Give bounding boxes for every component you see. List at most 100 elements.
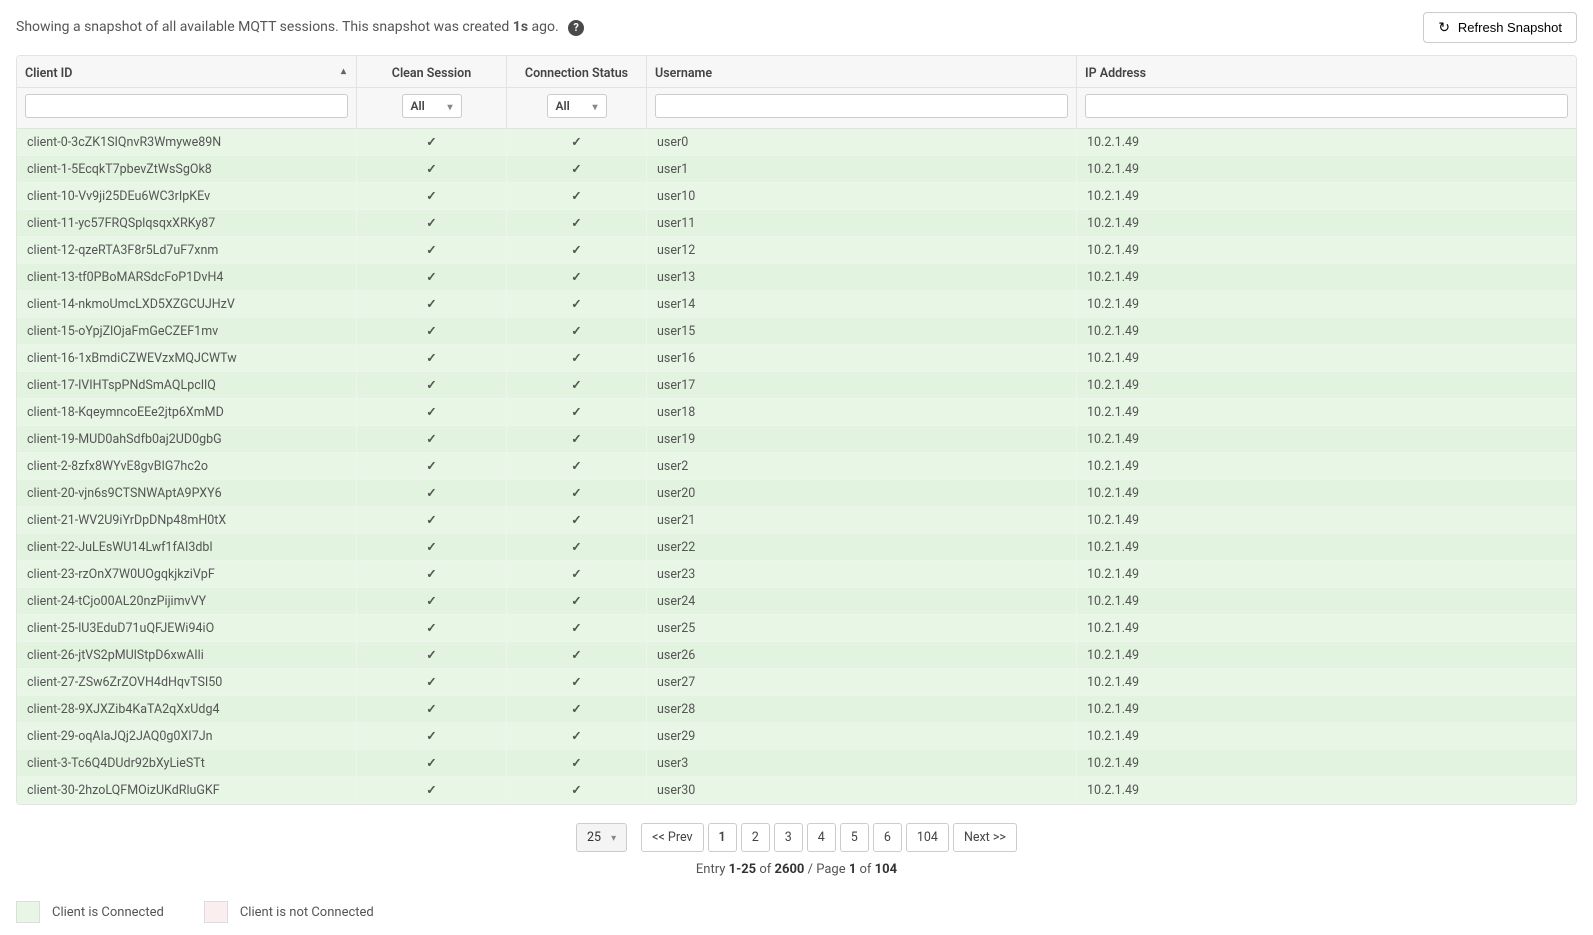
check-icon: [426, 756, 436, 771]
cell-clean-session: [357, 507, 507, 534]
cell-clean-session: [357, 426, 507, 453]
col-header-client-id[interactable]: Client ID: [17, 56, 357, 88]
cell-clean-session: [357, 723, 507, 750]
cell-username: user27: [647, 669, 1077, 696]
check-icon: [571, 594, 581, 609]
table-row[interactable]: client-23-rzOnX7W0UOgqkjkziVpFuser2310.2…: [17, 561, 1576, 588]
pager-page-104[interactable]: 104: [906, 823, 949, 852]
cell-clean-session: [357, 696, 507, 723]
pager-next[interactable]: Next >>: [953, 823, 1017, 852]
cell-clean-session: [357, 345, 507, 372]
table-row[interactable]: client-20-vjn6s9CTSNWAptA9PXY6user2010.2…: [17, 480, 1576, 507]
cell-ip: 10.2.1.49: [1077, 453, 1576, 480]
cell-ip: 10.2.1.49: [1077, 669, 1576, 696]
table-row[interactable]: client-19-MUD0ahSdfb0aj2UD0gbGuser1910.2…: [17, 426, 1576, 453]
col-header-ip[interactable]: IP Address: [1077, 56, 1576, 88]
cell-username: user24: [647, 588, 1077, 615]
table-row[interactable]: client-10-Vv9ji25DEu6WC3rIpKEvuser1010.2…: [17, 183, 1576, 210]
help-icon[interactable]: ?: [568, 20, 584, 36]
cell-username: user1: [647, 156, 1077, 183]
check-icon: [426, 513, 436, 528]
pager-prev[interactable]: << Prev: [641, 823, 703, 852]
table-row[interactable]: client-14-nkmoUmcLXD5XZGCUJHzVuser1410.2…: [17, 291, 1576, 318]
table-row[interactable]: client-16-1xBmdiCZWEVzxMQJCWTwuser1610.2…: [17, 345, 1576, 372]
cell-client-id: client-1-5EcqkT7pbevZtWsSgOk8: [17, 156, 357, 183]
filter-ip[interactable]: [1085, 94, 1568, 118]
cell-clean-session: [357, 210, 507, 237]
refresh-icon: [1438, 19, 1450, 36]
check-icon: [426, 648, 436, 663]
table-row[interactable]: client-22-JuLEsWU14Lwf1fAI3dbluser2210.2…: [17, 534, 1576, 561]
table-row[interactable]: client-21-WV2U9iYrDpDNp48mH0tXuser2110.2…: [17, 507, 1576, 534]
cell-clean-session: [357, 615, 507, 642]
cell-connection-status: [507, 318, 647, 345]
table-row[interactable]: client-29-oqAlaJQj2JAQ0g0XI7Jnuser2910.2…: [17, 723, 1576, 750]
check-icon: [571, 648, 581, 663]
col-header-connection-status[interactable]: Connection Status: [507, 56, 647, 88]
legend-connected-label: Client is Connected: [52, 905, 164, 920]
check-icon: [571, 675, 581, 690]
filter-connection-status[interactable]: All: [547, 94, 607, 118]
table-row[interactable]: client-12-qzeRTA3F8r5Ld7uF7xnmuser1210.2…: [17, 237, 1576, 264]
filter-client-id[interactable]: [25, 94, 348, 118]
pager-page-6[interactable]: 6: [873, 823, 902, 852]
table-row[interactable]: client-30-2hzoLQFMOizUKdRluGKFuser3010.2…: [17, 777, 1576, 804]
filter-clean-session[interactable]: All: [402, 94, 462, 118]
check-icon: [571, 135, 581, 150]
check-icon: [426, 351, 436, 366]
page-size-select[interactable]: 25: [576, 823, 627, 852]
cell-ip: 10.2.1.49: [1077, 480, 1576, 507]
col-header-username[interactable]: Username: [647, 56, 1077, 88]
pager-page-5[interactable]: 5: [840, 823, 869, 852]
table-row[interactable]: client-3-Tc6Q4DUdr92bXyLieSTtuser310.2.1…: [17, 750, 1576, 777]
table-row[interactable]: client-27-ZSw6ZrZOVH4dHqvTSI50user2710.2…: [17, 669, 1576, 696]
cell-connection-status: [507, 534, 647, 561]
cell-clean-session: [357, 777, 507, 804]
cell-username: user26: [647, 642, 1077, 669]
table-row[interactable]: client-28-9XJXZib4KaTA2qXxUdg4user2810.2…: [17, 696, 1576, 723]
snapshot-age: 1s: [513, 19, 528, 35]
check-icon: [571, 351, 581, 366]
table-row[interactable]: client-2-8zfx8WYvE8gvBIG7hc2ouser210.2.1…: [17, 453, 1576, 480]
snapshot-info: Showing a snapshot of all available MQTT…: [16, 19, 584, 36]
cell-clean-session: [357, 291, 507, 318]
cell-username: user12: [647, 237, 1077, 264]
cell-connection-status: [507, 210, 647, 237]
cell-connection-status: [507, 237, 647, 264]
cell-username: user20: [647, 480, 1077, 507]
table-row[interactable]: client-15-oYpjZlOjaFmGeCZEF1mvuser1510.2…: [17, 318, 1576, 345]
table-row[interactable]: client-26-jtVS2pMUlStpD6xwAIliuser2610.2…: [17, 642, 1576, 669]
pagination-summary: Entry 1-25 of 2600 / Page 1 of 104: [16, 862, 1577, 877]
cell-ip: 10.2.1.49: [1077, 183, 1576, 210]
cell-clean-session: [357, 318, 507, 345]
table-row[interactable]: client-13-tf0PBoMARSdcFoP1DvH4user1310.2…: [17, 264, 1576, 291]
legend-swatch-disconnected: [204, 901, 228, 923]
snapshot-prefix: Showing a snapshot of all available MQTT…: [16, 19, 513, 35]
cell-clean-session: [357, 642, 507, 669]
table-row[interactable]: client-24-tCjo00AL20nzPijimvVYuser2410.2…: [17, 588, 1576, 615]
pager-page-3[interactable]: 3: [774, 823, 803, 852]
cell-username: user15: [647, 318, 1077, 345]
check-icon: [571, 378, 581, 393]
chevron-down-icon: [611, 830, 616, 845]
refresh-snapshot-button[interactable]: Refresh Snapshot: [1423, 12, 1577, 43]
cell-clean-session: [357, 264, 507, 291]
table-row[interactable]: client-18-KqeymncoEEe2jtp6XmMDuser1810.2…: [17, 399, 1576, 426]
col-header-clean-session[interactable]: Clean Session: [357, 56, 507, 88]
table-row[interactable]: client-25-lU3EduD71uQFJEWi94iOuser2510.2…: [17, 615, 1576, 642]
check-icon: [426, 594, 436, 609]
table-row[interactable]: client-1-5EcqkT7pbevZtWsSgOk8user110.2.1…: [17, 156, 1576, 183]
table-row[interactable]: client-11-yc57FRQSplqsqxXRKy87user1110.2…: [17, 210, 1576, 237]
table-row[interactable]: client-17-lVIHTspPNdSmAQLpcIlQuser1710.2…: [17, 372, 1576, 399]
table-row[interactable]: client-0-3cZK1SIQnvR3Wmywe89Nuser010.2.1…: [17, 129, 1576, 156]
cell-connection-status: [507, 453, 647, 480]
pager-page-1[interactable]: 1: [708, 823, 737, 852]
pager-page-4[interactable]: 4: [807, 823, 836, 852]
cell-ip: 10.2.1.49: [1077, 507, 1576, 534]
pager-page-2[interactable]: 2: [741, 823, 770, 852]
cell-username: user19: [647, 426, 1077, 453]
check-icon: [426, 324, 436, 339]
filter-username[interactable]: [655, 94, 1068, 118]
check-icon: [426, 675, 436, 690]
cell-connection-status: [507, 561, 647, 588]
